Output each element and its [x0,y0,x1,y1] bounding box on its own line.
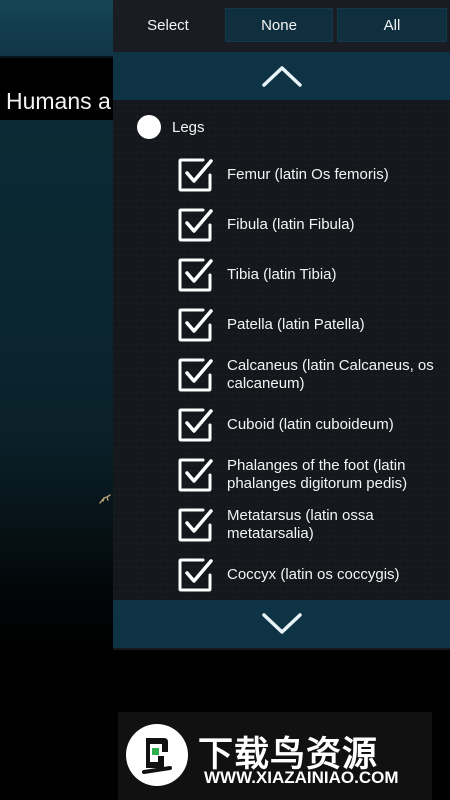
bone-selection-panel: Select None All Legs Femur (latin Os fem… [113,0,450,650]
checkbox-checked-icon[interactable] [177,407,213,443]
list-item[interactable]: Phalanges of the foot (latin phalanges d… [177,456,447,494]
list-item[interactable]: Femur (latin Os femoris) [177,156,447,194]
checkbox-checked-icon[interactable] [177,357,213,393]
background-bottom [0,650,450,710]
list-item-label: Tibia (latin Tibia) [227,266,337,283]
checkbox-checked-icon[interactable] [177,457,213,493]
list-item[interactable]: Metatarsus (latin ossa metatarsalia) [177,506,447,544]
list-item[interactable]: Tibia (latin Tibia) [177,256,447,294]
radio-selected-icon [137,115,161,139]
list-item[interactable]: Calcaneus (latin Calcaneus, os calcaneum… [177,356,447,394]
skeleton-figure-icon [99,494,111,504]
bird-logo-icon [126,724,188,786]
list-item[interactable]: Coccyx (latin os coccygis) [177,556,447,594]
list-item[interactable]: Patella (latin Patella) [177,306,447,344]
checkbox-checked-icon[interactable] [177,257,213,293]
select-all-button[interactable]: All [337,8,447,42]
checkbox-checked-icon[interactable] [177,157,213,193]
list-item[interactable]: Fibula (latin Fibula) [177,206,447,244]
select-none-button[interactable]: None [225,8,333,42]
list-item-label: Cuboid (latin cuboideum) [227,416,394,433]
group-label: Legs [172,118,205,136]
checkbox-checked-icon[interactable] [177,557,213,593]
list-item-label: Fibula (latin Fibula) [227,216,355,233]
background-3d-scene [0,120,113,650]
select-toolbar: Select None All [113,0,450,52]
list-item[interactable]: Cuboid (latin cuboideum) [177,406,447,444]
checkbox-checked-icon[interactable] [177,507,213,543]
group-legs-radio[interactable]: Legs [137,114,205,140]
list-item-label: Patella (latin Patella) [227,316,365,333]
list-item-label: Coccyx (latin os coccygis) [227,566,400,583]
bone-list: Legs Femur (latin Os femoris) Fibula (la… [113,100,450,600]
select-label: Select [147,16,189,34]
background-top-strip [0,0,113,56]
list-item-label: Metatarsus (latin ossa metatarsalia) [227,507,374,542]
list-item-label: Calcaneus (latin Calcaneus, os calcaneum… [227,357,434,392]
checkbox-checked-icon[interactable] [177,207,213,243]
list-item-label: Femur (latin Os femoris) [227,166,389,183]
background-title: Humans a [6,88,111,114]
chevron-down-icon [261,613,302,634]
list-item-label: Phalanges of the foot (latin phalanges d… [227,457,408,492]
chevron-up-icon [261,66,302,87]
checkbox-checked-icon[interactable] [177,307,213,343]
scroll-up-button[interactable] [113,52,450,100]
scroll-down-button[interactable] [113,600,450,648]
watermark-url: WWW.XIAZAINIAO.COM [204,768,399,787]
watermark-banner: 下载鸟资源 WWW.XIAZAINIAO.COM [118,712,432,800]
